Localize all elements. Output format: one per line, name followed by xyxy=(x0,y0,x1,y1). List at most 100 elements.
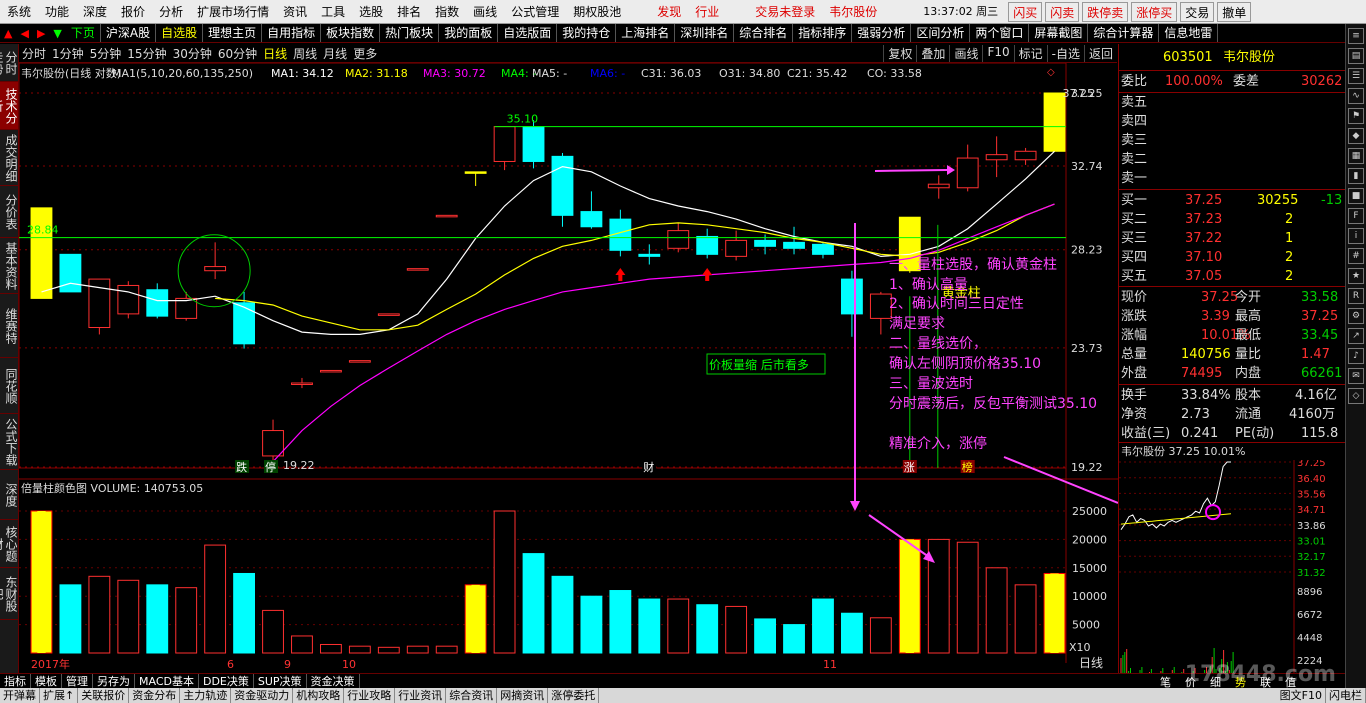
chart-tool-button[interactable]: 标记 xyxy=(1013,44,1047,62)
market-button[interactable]: 沪深A股 xyxy=(101,24,157,42)
flag-icon[interactable]: ⚑ xyxy=(1348,108,1364,124)
status-tab[interactable]: 行业资讯 xyxy=(395,688,447,703)
intraday-mini-chart[interactable]: 37.25 36.40 35.56 34.71 33.86 33.01 32.17 31.32… xyxy=(1119,460,1346,686)
period-tab[interactable]: 周线 xyxy=(290,45,320,62)
left-nav-tab[interactable]: 技术分析 xyxy=(0,82,18,130)
chart-tool-button[interactable]: -自选 xyxy=(1046,44,1084,62)
status-right-tab[interactable]: 图文F10 xyxy=(1277,688,1326,703)
status-tab[interactable]: 关联报价 xyxy=(78,688,130,703)
rsi-icon[interactable]: R xyxy=(1348,288,1364,304)
status-tab[interactable]: 主力轨迹 xyxy=(180,688,232,703)
indicator-tab[interactable]: 资金决策 xyxy=(307,674,360,688)
chart-tool-button[interactable]: F10 xyxy=(982,44,1013,62)
f10-icon[interactable]: F xyxy=(1348,208,1364,224)
left-nav-tab[interactable]: 核心题材 xyxy=(0,520,18,568)
nav-down-arrow-icon[interactable]: ▼ xyxy=(49,27,65,40)
chart-tool-button[interactable]: 画线 xyxy=(949,44,982,62)
arrow-icon[interactable]: ↗ xyxy=(1348,328,1364,344)
mail-icon[interactable]: ✉ xyxy=(1348,368,1364,384)
quick-button[interactable]: 交易 xyxy=(1180,1,1215,22)
menu-item[interactable]: 工具 xyxy=(314,0,352,23)
indicator-tab[interactable]: 另存为 xyxy=(93,674,135,688)
indicator-tab[interactable]: 指标 xyxy=(0,674,31,688)
menu-item[interactable]: 画线 xyxy=(466,0,504,23)
info-icon[interactable]: i xyxy=(1348,228,1364,244)
status-tab[interactable]: 开弹幕 xyxy=(0,688,40,703)
nav-tab[interactable]: 综合计算器 xyxy=(1088,24,1160,42)
nav-up-arrow-icon[interactable]: ▲ xyxy=(0,27,16,40)
period-tab[interactable]: 1分钟 xyxy=(49,45,87,62)
status-tab[interactable]: 综合资讯 xyxy=(446,688,498,703)
star-icon[interactable]: ★ xyxy=(1348,268,1364,284)
bell-icon[interactable]: ♪ xyxy=(1348,348,1364,364)
flash-button[interactable]: 发现 xyxy=(650,0,688,23)
indicator-tab[interactable]: MACD基本 xyxy=(135,674,199,688)
nav-tab[interactable]: 两个窗口 xyxy=(970,24,1030,42)
nav-tab[interactable]: 自用指标 xyxy=(262,24,322,42)
nav-tab[interactable]: 我的面板 xyxy=(439,24,499,42)
status-tab[interactable]: 行业攻略 xyxy=(344,688,396,703)
period-tab[interactable]: 日线 xyxy=(260,45,290,62)
calc-icon[interactable]: # xyxy=(1348,248,1364,264)
expand-icon[interactable]: ◇ xyxy=(1348,388,1364,404)
status-right-tab[interactable]: 闪电栏 xyxy=(1326,688,1366,703)
indicator-tab[interactable]: DDE决策 xyxy=(199,674,254,688)
menu-item[interactable]: 功能 xyxy=(38,0,76,23)
nav-tab[interactable]: 板块指数 xyxy=(321,24,381,42)
nav-tab[interactable]: 自选股 xyxy=(156,24,204,42)
menu-item[interactable]: 排名 xyxy=(390,0,428,23)
period-tab[interactable]: 更多 xyxy=(350,45,380,62)
event-mark-bang[interactable]: 榜 xyxy=(962,460,973,474)
quick-button[interactable]: 闪买 xyxy=(1008,1,1043,22)
event-mark-cai[interactable]: 财 xyxy=(643,460,654,474)
settings-icon[interactable]: ⚙ xyxy=(1348,308,1364,324)
left-nav-tab[interactable]: 成交明细 xyxy=(0,130,18,186)
status-tab[interactable]: 涨停委托 xyxy=(548,688,600,703)
nav-tab[interactable]: 指标排序 xyxy=(793,24,853,42)
period-tab[interactable]: 60分钟 xyxy=(215,45,260,62)
event-mark-ting[interactable]: 停 xyxy=(265,460,276,474)
list-icon[interactable]: ☰ xyxy=(1348,68,1364,84)
nav-tab[interactable]: 综合排名 xyxy=(734,24,794,42)
period-tab[interactable]: 分时 xyxy=(19,45,49,62)
period-tab[interactable]: 5分钟 xyxy=(87,45,125,62)
period-tab[interactable]: 月线 xyxy=(320,45,350,62)
quick-button[interactable]: 涨停买 xyxy=(1131,1,1178,22)
diamond-icon[interactable]: ◇ xyxy=(1047,67,1055,78)
nav-tab[interactable]: 我的持仓 xyxy=(557,24,617,42)
left-nav-tab[interactable]: 东财股吧 xyxy=(0,568,18,620)
quick-button[interactable]: 闪卖 xyxy=(1045,1,1080,22)
indicator-tab[interactable]: SUP决策 xyxy=(254,674,307,688)
event-mark-zhang[interactable]: 涨 xyxy=(904,461,915,474)
login-status[interactable]: 交易未登录 xyxy=(748,0,822,23)
menu-item[interactable]: 选股 xyxy=(352,0,390,23)
left-nav-tab[interactable]: 同花顺 xyxy=(0,358,18,414)
nav-tab[interactable]: 热门板块 xyxy=(380,24,440,42)
menu-item[interactable]: 资讯 xyxy=(276,0,314,23)
nav-tab[interactable]: 理想主页 xyxy=(203,24,263,42)
quick-button[interactable]: 撤单 xyxy=(1217,1,1252,22)
nav-tab[interactable]: 屏幕截图 xyxy=(1029,24,1089,42)
indicator-tab[interactable]: 模板 xyxy=(31,674,62,688)
status-tab[interactable]: 网摘资讯 xyxy=(497,688,549,703)
menu-item[interactable]: 深度 xyxy=(76,0,114,23)
nav-tab[interactable]: 自选版面 xyxy=(498,24,558,42)
event-mark-die[interactable]: 跌 xyxy=(236,460,247,474)
chart-line-icon[interactable]: ∿ xyxy=(1348,88,1364,104)
nav-tab[interactable]: 强弱分析 xyxy=(852,24,912,42)
menu-item[interactable]: 扩展市场行情 xyxy=(190,0,276,23)
status-tab[interactable]: 机构攻略 xyxy=(293,688,345,703)
grid-icon[interactable]: ▦ xyxy=(1348,148,1364,164)
status-tab[interactable]: 扩展↑ xyxy=(40,688,79,703)
industry-button[interactable]: 行业 xyxy=(688,0,726,23)
chart-tool-button[interactable]: 叠加 xyxy=(916,44,949,62)
menu-item[interactable]: 指数 xyxy=(428,0,466,23)
left-nav-tab[interactable]: 基本资料 xyxy=(0,238,18,294)
left-nav-tab[interactable]: 维赛特10 xyxy=(0,294,18,358)
nav-back-arrow-icon[interactable]: ◀ xyxy=(16,27,32,40)
menu-item[interactable]: 公式管理 xyxy=(504,0,566,23)
nav-tab[interactable]: 深圳排名 xyxy=(675,24,735,42)
next-page-button[interactable]: 下页 xyxy=(66,24,101,42)
chart-tool-button[interactable]: 复权 xyxy=(883,44,916,62)
left-nav-tab[interactable]: 深度F9 xyxy=(0,470,18,520)
